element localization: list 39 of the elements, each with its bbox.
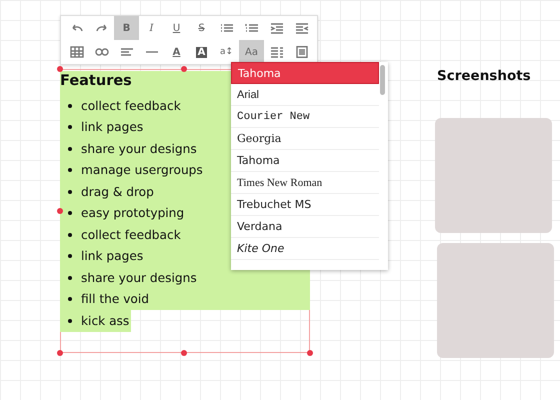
document-icon [294, 46, 308, 58]
bullet-list-icon [220, 22, 234, 34]
strike-button[interactable]: S [189, 16, 214, 40]
resize-handle[interactable] [57, 350, 63, 356]
font-option[interactable]: Georgia [231, 128, 379, 150]
font-family-button[interactable]: Aa [239, 40, 264, 64]
font-option[interactable]: Times New Roman [231, 172, 379, 194]
font-option[interactable]: Arial [231, 84, 379, 106]
highlight-button[interactable]: A [189, 40, 214, 64]
font-option[interactable]: Kite One [231, 238, 379, 260]
bold-button[interactable]: B [114, 16, 139, 40]
resize-handle[interactable] [57, 208, 63, 214]
resize-handle[interactable] [307, 350, 313, 356]
font-option[interactable]: Verdana [231, 216, 379, 238]
underline-button[interactable]: U [164, 16, 189, 40]
resize-handle[interactable] [181, 66, 187, 72]
font-option[interactable]: Trebuchet MS [231, 194, 379, 216]
list-item: share your designs [60, 267, 310, 288]
font-option[interactable]: Tahoma [231, 150, 379, 172]
resize-handle[interactable] [181, 350, 187, 356]
section-title: Screenshots [437, 68, 531, 84]
link-icon [94, 46, 108, 58]
list-item: fill the void [60, 288, 310, 310]
italic-button[interactable]: I [139, 16, 164, 40]
list-item: kick ass [60, 310, 132, 332]
resize-handle[interactable] [57, 66, 63, 72]
undo-icon [70, 22, 84, 34]
columns-icon [270, 46, 284, 58]
font-option[interactable]: Courier New [231, 106, 379, 128]
redo-icon [94, 22, 108, 34]
scrollbar[interactable] [380, 65, 385, 95]
align-left-icon [120, 46, 134, 58]
numbered-list-icon [244, 22, 258, 34]
table-icon [70, 46, 84, 58]
font-option[interactable]: Tahoma [231, 62, 379, 84]
font-size-button[interactable]: a↕ [214, 40, 239, 64]
text-color-button[interactable]: A [164, 40, 189, 64]
indent-icon [294, 22, 308, 34]
outdent-icon [270, 22, 284, 34]
